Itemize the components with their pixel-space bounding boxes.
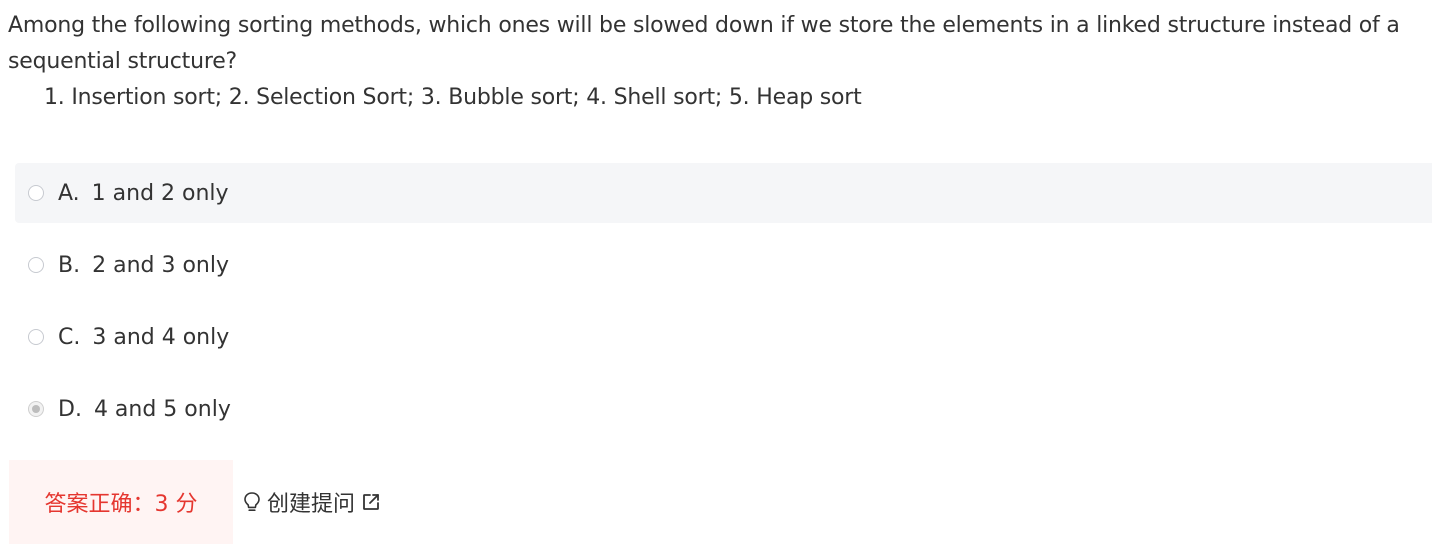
option-letter: C. <box>58 324 81 350</box>
option-letter: B. <box>58 252 81 278</box>
answer-options: A. 1 and 2 only B. 2 and 3 only C. 3 and… <box>15 163 1432 451</box>
option-text: 4 and 5 only <box>93 396 231 422</box>
answer-footer: 答案正确：3 分 创建提问 <box>9 460 381 544</box>
option-text: 1 and 2 only <box>91 180 229 206</box>
result-text: 答案正确：3 分 <box>44 492 198 517</box>
radio-button[interactable] <box>28 329 44 345</box>
radio-button-selected[interactable] <box>28 401 44 417</box>
option-a[interactable]: A. 1 and 2 only <box>15 163 1432 223</box>
question-list: 1. Insertion sort; 2. Selection Sort; 3.… <box>44 85 862 110</box>
external-link-icon <box>363 494 379 510</box>
radio-button[interactable] <box>28 185 44 201</box>
lightbulb-icon <box>244 492 260 512</box>
create-question-button[interactable]: 创建提问 <box>243 460 381 544</box>
option-letter: D. <box>58 396 82 422</box>
question-stem: Among the following sorting methods, whi… <box>8 13 1400 74</box>
option-letter: A. <box>58 180 80 206</box>
radio-button[interactable] <box>28 257 44 273</box>
create-question-label: 创建提问 <box>267 492 356 517</box>
option-d[interactable]: D. 4 and 5 only <box>15 379 1432 439</box>
option-c[interactable]: C. 3 and 4 only <box>15 307 1432 367</box>
option-text: 3 and 4 only <box>92 324 230 350</box>
question-text: Among the following sorting methods, whi… <box>8 8 1426 116</box>
option-b[interactable]: B. 2 and 3 only <box>15 235 1432 295</box>
option-text: 2 and 3 only <box>92 252 229 278</box>
result-badge: 答案正确：3 分 <box>9 460 233 544</box>
